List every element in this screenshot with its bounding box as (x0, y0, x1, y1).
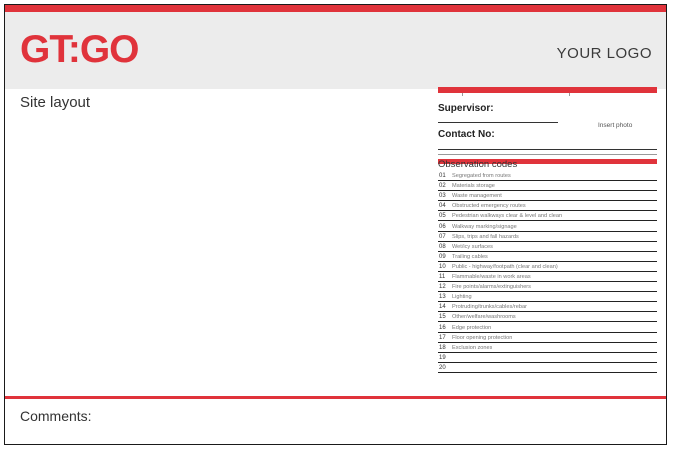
observation-code-number: 14 (439, 304, 446, 311)
observation-code-text: Wet/icy surfaces (452, 243, 493, 250)
observation-code-text: Public - highway/footpath (clear and cle… (452, 263, 558, 270)
observation-code-number: 07 (439, 233, 446, 240)
comments-accent-bar (5, 396, 666, 399)
observation-code-number: 20 (439, 364, 446, 371)
observation-code-row: 09 Trailing cables (438, 252, 657, 262)
observation-code-number: 06 (439, 223, 446, 230)
observation-code-row: 02 Materials storage (438, 181, 657, 192)
observation-code-row: 16 Edge protection (438, 322, 657, 333)
observation-code-row: 18 Exclusion zones (438, 343, 657, 353)
observation-code-text: Flammable/waste in work areas (452, 274, 531, 281)
observation-code-text: Materials storage (452, 183, 495, 190)
observation-code-text: Waste management (452, 193, 502, 200)
observation-code-number: 10 (439, 263, 446, 270)
observation-code-row: 07 Slips, trips and fall hazards (438, 232, 657, 242)
observation-code-text: Fire points/alarms/extinguishers (452, 284, 531, 291)
observation-code-number: 08 (439, 243, 446, 250)
observation-code-number: 15 (439, 314, 446, 321)
site-inspection-form: GT:GO YOUR LOGO Site layout Supervisor: … (4, 4, 667, 445)
observation-code-text: Protruding/trunks/cables/rebar (452, 304, 527, 311)
observation-code-row: 19 (438, 353, 657, 363)
observation-code-number: 16 (439, 324, 446, 331)
observation-code-number: 17 (439, 334, 446, 341)
site-layout-label: Site layout (20, 94, 91, 111)
comments-label: Comments: (20, 408, 92, 424)
observation-code-row: 11 Flammable/waste in work areas (438, 272, 657, 283)
band-ticks (438, 93, 657, 96)
observation-code-text: Other/welfare/washrooms (452, 314, 516, 321)
observation-code-number: 12 (439, 284, 446, 291)
observation-code-row: 06 Walkway marking/signage (438, 221, 657, 232)
observation-code-row: 20 (438, 363, 657, 373)
contact-field-line[interactable] (438, 149, 657, 150)
observation-code-number: 11 (439, 274, 446, 281)
supervisor-panel: Supervisor: Insert photo Contact No: (438, 87, 657, 164)
observation-codes-title: Observation codes (438, 159, 518, 170)
observation-code-row: 13 Lighting (438, 292, 657, 303)
observation-code-row: 04 Obstructed emergency routes (438, 201, 657, 212)
observation-code-text: Exclusion zones (452, 344, 493, 351)
observation-code-number: 09 (439, 253, 446, 260)
observation-code-text: Lighting (452, 294, 472, 301)
insert-photo-placeholder[interactable]: Insert photo (598, 122, 632, 129)
observation-code-number: 03 (439, 193, 446, 200)
top-accent-bar (5, 5, 666, 12)
contact-divider (438, 154, 657, 155)
observation-code-number: 19 (439, 354, 446, 361)
observation-code-text: Floor opening protection (452, 334, 513, 341)
observation-code-number: 01 (439, 173, 446, 180)
header: GT:GO YOUR LOGO (5, 12, 666, 89)
observation-code-row: 17 Floor opening protection (438, 333, 657, 343)
observation-code-text: Slips, trips and fall hazards (452, 233, 519, 240)
brand-logo: GT:GO (20, 28, 139, 71)
observation-code-number: 04 (439, 203, 446, 210)
observation-code-row: 15 Other/welfare/washrooms (438, 312, 657, 323)
observation-code-number: 02 (439, 183, 446, 190)
observation-code-row: 14 Protruding/trunks/cables/rebar (438, 302, 657, 313)
observation-codes-list: 01 Segregated from routes 02 Materials stor… (438, 171, 657, 373)
supervisor-label: Supervisor: (438, 103, 494, 114)
observation-code-number: 05 (439, 213, 446, 220)
observation-code-number: 13 (439, 294, 446, 301)
observation-code-row: 05 Pedestrian walkways clear & level and … (438, 211, 657, 222)
supervisor-field-line[interactable] (438, 122, 558, 123)
observation-code-text: Pedestrian walkways clear & level and cl… (452, 213, 563, 220)
observation-code-text: Segregated from routes (452, 173, 511, 180)
contact-number-label: Contact No: (438, 129, 495, 140)
logo-placeholder: YOUR LOGO (556, 45, 652, 62)
observation-code-text: Walkway marking/signage (452, 223, 517, 230)
observation-code-text: Edge protection (452, 324, 492, 331)
observation-code-text: Obstructed emergency routes (452, 203, 526, 210)
observation-code-row: 08 Wet/icy surfaces (438, 242, 657, 252)
observation-code-text: Trailing cables (452, 253, 488, 260)
observation-codes: Observation codes 01 Segregated from rout… (438, 159, 657, 373)
observation-code-number: 18 (439, 344, 446, 351)
observation-code-row: 10 Public - highway/footpath (clear and c… (438, 262, 657, 272)
observation-code-row: 01 Segregated from routes (438, 171, 657, 182)
observation-code-row: 03 Waste management (438, 191, 657, 202)
observation-code-row: 12 Fire points/alarms/extinguishers (438, 282, 657, 293)
